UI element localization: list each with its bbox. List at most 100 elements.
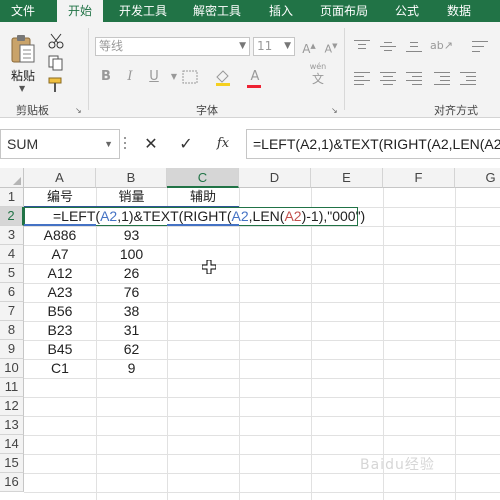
increase-indent-icon[interactable] bbox=[460, 71, 476, 85]
font-color-swatch bbox=[247, 85, 261, 88]
row-header[interactable]: 16 bbox=[0, 473, 24, 492]
formula-input[interactable]: =LEFT(A2,1)&TEXT(RIGHT(A2,LEN(A2) bbox=[246, 129, 500, 159]
cell-a7[interactable]: B56 bbox=[24, 302, 96, 321]
column-header-a[interactable]: A bbox=[24, 168, 96, 188]
cell-b5[interactable]: 26 bbox=[96, 264, 167, 283]
paste-icon[interactable] bbox=[10, 34, 36, 64]
formula-ref-a2: A2 bbox=[231, 208, 249, 224]
row-header[interactable]: 8 bbox=[0, 321, 24, 340]
clipboard-group-label: 剪贴板 bbox=[16, 104, 49, 117]
italic-button[interactable]: I bbox=[121, 68, 139, 86]
cut-icon[interactable] bbox=[46, 32, 66, 50]
align-left-icon[interactable] bbox=[354, 71, 370, 85]
cell-a4[interactable]: A7 bbox=[24, 245, 96, 264]
row-header[interactable]: 12 bbox=[0, 397, 24, 416]
row-header[interactable]: 9 bbox=[0, 340, 24, 359]
decrease-indent-icon[interactable] bbox=[434, 71, 450, 85]
cell-b7[interactable]: 38 bbox=[96, 302, 167, 321]
borders-icon[interactable] bbox=[182, 70, 200, 84]
paste-dropdown-icon[interactable]: ▼ bbox=[19, 84, 25, 93]
gridline bbox=[24, 378, 500, 379]
format-painter-icon[interactable] bbox=[46, 76, 66, 94]
font-launcher-icon[interactable]: ↘ bbox=[331, 106, 338, 115]
insert-function-button[interactable]: fx bbox=[206, 129, 240, 159]
worksheet-grid[interactable]: A B C D E F G 1 2 3 4 5 6 7 8 9 10 11 12… bbox=[0, 168, 500, 500]
underline-dropdown-icon[interactable]: ▼ bbox=[165, 68, 183, 86]
align-top-icon[interactable] bbox=[354, 39, 370, 53]
font-color-icon[interactable]: A bbox=[246, 68, 264, 86]
row-header[interactable]: 2 bbox=[0, 207, 24, 226]
row-header[interactable]: 13 bbox=[0, 416, 24, 435]
formula-bar-grip[interactable] bbox=[124, 137, 128, 151]
clipboard-launcher-icon[interactable]: ↘ bbox=[75, 106, 82, 115]
increase-font-icon[interactable]: A▲ bbox=[300, 37, 318, 56]
enter-button[interactable]: ✓ bbox=[169, 129, 203, 159]
chevron-down-icon: ▼ bbox=[284, 41, 291, 51]
tab-page-layout[interactable]: 页面布局 bbox=[312, 0, 376, 22]
row-header[interactable]: 4 bbox=[0, 245, 24, 264]
tab-developer[interactable]: 开发工具 bbox=[112, 0, 174, 22]
formula-part: ,LEN( bbox=[248, 208, 285, 224]
row-header[interactable]: 5 bbox=[0, 264, 24, 283]
column-header-e[interactable]: E bbox=[311, 168, 383, 188]
column-header-c[interactable]: C bbox=[167, 168, 239, 188]
tab-home[interactable]: 开始 bbox=[57, 0, 103, 22]
ribbon-divider bbox=[88, 28, 89, 110]
cell-a1[interactable]: 编号 bbox=[24, 188, 96, 207]
bold-button[interactable]: B bbox=[97, 68, 115, 86]
align-right-icon[interactable] bbox=[406, 71, 422, 85]
decrease-font-icon[interactable]: A▼ bbox=[322, 37, 340, 56]
column-header-f[interactable]: F bbox=[383, 168, 455, 188]
tab-data[interactable]: 数据 bbox=[440, 0, 478, 22]
fill-color-icon[interactable] bbox=[214, 68, 232, 86]
cell-a6[interactable]: A23 bbox=[24, 283, 96, 302]
align-bottom-icon[interactable] bbox=[406, 39, 422, 53]
align-center-icon[interactable] bbox=[380, 71, 396, 85]
cell-b8[interactable]: 31 bbox=[96, 321, 167, 340]
underline-button[interactable]: U bbox=[145, 68, 163, 86]
font-size-select[interactable]: 11 ▼ bbox=[253, 37, 295, 56]
cell-b9[interactable]: 62 bbox=[96, 340, 167, 359]
phonetic-guide-button[interactable]: wén 文 bbox=[306, 62, 330, 88]
orientation-icon[interactable]: ab↗ bbox=[430, 37, 453, 55]
wrap-text-icon[interactable] bbox=[472, 39, 488, 53]
tab-insert[interactable]: 插入 bbox=[262, 0, 300, 22]
row-header[interactable]: 3 bbox=[0, 226, 24, 245]
select-all-button[interactable] bbox=[0, 168, 24, 188]
cell-a3[interactable]: A886 bbox=[24, 226, 96, 245]
row-header[interactable]: 1 bbox=[0, 188, 24, 207]
column-header-b[interactable]: B bbox=[96, 168, 167, 188]
alignment-group-label: 对齐方式 bbox=[434, 104, 478, 117]
cell-a8[interactable]: B23 bbox=[24, 321, 96, 340]
row-header[interactable]: 6 bbox=[0, 283, 24, 302]
cell-b1[interactable]: 销量 bbox=[96, 188, 167, 207]
cell-b3[interactable]: 93 bbox=[96, 226, 167, 245]
cell-b4[interactable]: 100 bbox=[96, 245, 167, 264]
cell-a10[interactable]: C1 bbox=[24, 359, 96, 378]
tab-file[interactable]: 文件 bbox=[0, 0, 46, 22]
gridline bbox=[24, 416, 500, 417]
cell-a5[interactable]: A12 bbox=[24, 264, 96, 283]
font-name-select[interactable]: 等线 ▼ bbox=[95, 37, 250, 56]
cell-c1[interactable]: 辅助 bbox=[167, 188, 239, 207]
formula-part: )-1),"000") bbox=[301, 208, 366, 224]
cell-b6[interactable]: 76 bbox=[96, 283, 167, 302]
paste-button-label[interactable]: 粘贴 bbox=[11, 67, 35, 84]
row-header[interactable]: 10 bbox=[0, 359, 24, 378]
cancel-button[interactable]: ✕ bbox=[134, 129, 168, 159]
row-header[interactable]: 15 bbox=[0, 454, 24, 473]
column-header-d[interactable]: D bbox=[239, 168, 311, 188]
row-header[interactable]: 7 bbox=[0, 302, 24, 321]
font-size-value: 11 bbox=[257, 39, 273, 53]
ribbon-home: 粘贴 ▼ 剪贴板 ↘ 等线 ▼ 11 ▼ A▲ A▼ B I U ▼ A wén… bbox=[0, 22, 500, 118]
row-header[interactable]: 11 bbox=[0, 378, 24, 397]
name-box[interactable]: SUM ▼ bbox=[0, 129, 120, 159]
cell-b10[interactable]: 9 bbox=[96, 359, 167, 378]
align-middle-icon[interactable] bbox=[380, 39, 396, 53]
column-header-g[interactable]: G bbox=[455, 168, 500, 188]
tab-formulas[interactable]: 公式 bbox=[388, 0, 426, 22]
row-header[interactable]: 14 bbox=[0, 435, 24, 454]
copy-icon[interactable] bbox=[46, 54, 66, 72]
tab-decrypt[interactable]: 解密工具 bbox=[186, 0, 248, 22]
cell-a9[interactable]: B45 bbox=[24, 340, 96, 359]
